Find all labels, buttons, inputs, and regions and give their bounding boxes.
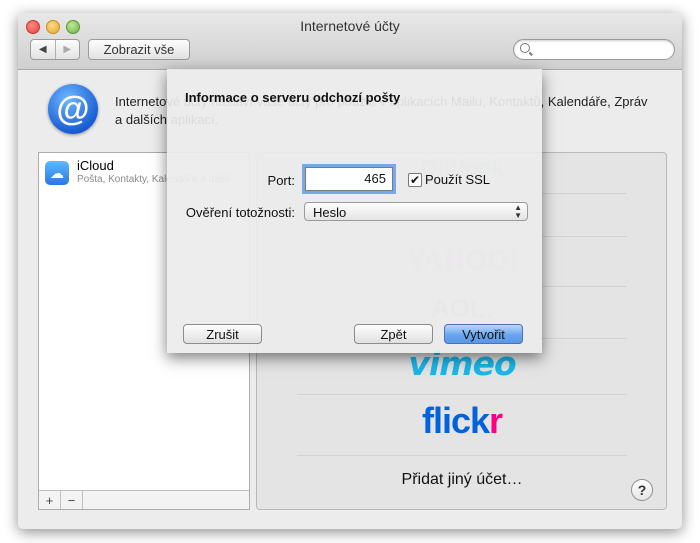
preferences-window: Internetové účty ◀ ▶ Zobrazit vše @ Inte… xyxy=(18,13,682,529)
add-other-account-button[interactable]: Přidat jiný účet… xyxy=(297,471,627,489)
help-button[interactable]: ? xyxy=(631,479,653,501)
search-input[interactable] xyxy=(513,39,675,60)
cancel-button[interactable]: Zrušit xyxy=(183,324,262,344)
search-icon xyxy=(520,43,530,53)
remove-account-button[interactable]: − xyxy=(61,491,83,509)
authentication-value: Heslo xyxy=(313,205,347,220)
toolbar: Internetové účty ◀ ▶ Zobrazit vše xyxy=(18,13,682,70)
provider-flickr[interactable]: flickr xyxy=(297,400,627,442)
show-all-button[interactable]: Zobrazit vše xyxy=(88,39,190,60)
flickr-logo-main: flick xyxy=(421,400,490,441)
forward-button[interactable]: ▶ xyxy=(56,40,80,59)
window-title: Internetové účty xyxy=(300,18,400,34)
use-ssl-label[interactable]: Použít SSL xyxy=(425,172,490,187)
create-button[interactable]: Vytvořit xyxy=(444,324,523,344)
outgoing-server-sheet: Informace o serveru odchozí pošty Port: … xyxy=(167,69,542,353)
internet-accounts-icon: @ xyxy=(48,84,98,134)
use-ssl-checkbox[interactable]: ✔ xyxy=(408,173,422,187)
back-button[interactable]: ◀ xyxy=(31,40,56,59)
authentication-select[interactable]: Heslo ▲ ▼ xyxy=(304,202,528,221)
nav-button-group: ◀ ▶ xyxy=(30,39,80,60)
port-input[interactable]: 465 xyxy=(305,167,393,191)
flickr-logo-r: r xyxy=(489,400,503,441)
divider xyxy=(297,455,627,456)
port-label: Port: xyxy=(267,173,295,188)
list-bottom-bar: + − xyxy=(39,490,249,509)
divider xyxy=(297,394,627,395)
updown-arrows-icon: ▲ ▼ xyxy=(514,203,522,220)
icloud-icon: ☁ xyxy=(45,161,69,185)
account-name: iCloud xyxy=(77,158,114,173)
sheet-title: Informace o serveru odchozí pošty xyxy=(185,90,401,105)
add-account-button[interactable]: + xyxy=(39,491,61,509)
authentication-label: Ověření totožnosti: xyxy=(185,205,295,220)
back-button-sheet[interactable]: Zpět xyxy=(354,324,433,344)
